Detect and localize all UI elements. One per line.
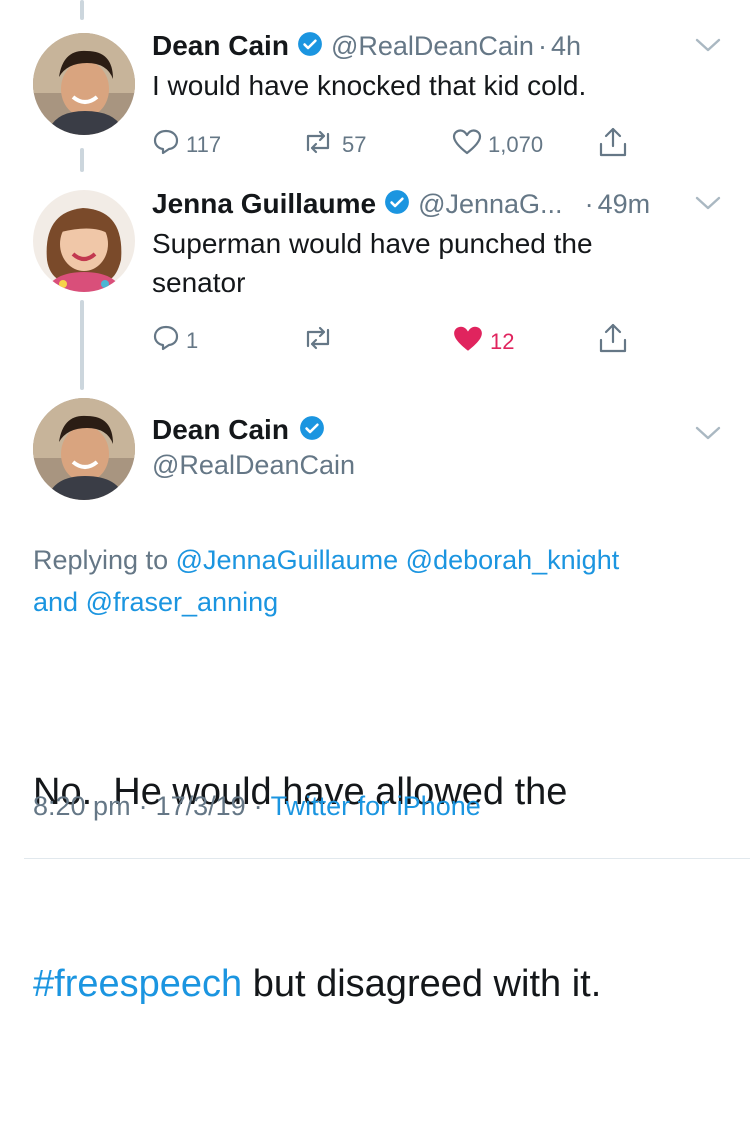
footer-divider [24,858,750,859]
retweet-icon [300,324,336,358]
tweet-source-link[interactable]: Twitter for iPhone [271,791,481,822]
tweet-date[interactable]: 17/3/19 [156,791,246,822]
reply-count: 1 [186,328,199,353]
avatar-jenna-guillaume[interactable] [33,190,135,292]
retweet-icon [300,128,336,162]
tweet-text-line-2: senator [152,267,246,298]
tweet-meta: 8:20 pm · 17/3/19 · Twitter for iPhone [33,791,481,822]
author-name[interactable]: Dean Cain [152,30,289,62]
separator-dot: · [138,791,148,821]
thread-line-mid [80,148,84,172]
share-icon [598,126,628,164]
verified-icon [297,31,323,62]
heart-icon [452,128,482,162]
heart-icon [452,324,484,360]
thread-line-lower [80,300,84,390]
chevron-down-icon[interactable] [694,194,722,217]
tweet-text: I would have knocked that kid cold. [152,70,587,101]
retweet-button[interactable] [300,324,336,358]
avatar-dean-cain[interactable] [33,398,135,500]
like-button[interactable]: 12 [452,324,514,360]
share-button[interactable] [598,322,628,360]
author-handle[interactable]: @RealDeanCain [331,31,534,62]
reply-button[interactable]: 117 [152,128,221,162]
reply-icon [152,128,180,162]
hashtag-link[interactable]: #freespeech [33,963,242,1005]
author-handle[interactable]: @JennaG... [418,189,562,220]
reply-count: 117 [186,132,222,157]
tweet-time[interactable]: 8:20 pm [33,791,131,822]
separator-dot: · [253,791,263,821]
reply-user-link[interactable]: @fraser_anning [86,587,279,617]
verified-icon [299,415,325,446]
tweet-time[interactable]: 49m [598,189,651,220]
replying-to: Replying to @JennaGuillaume @deborah_kni… [33,539,723,623]
separator-dot: · [537,30,547,61]
retweet-count: 57 [342,132,367,157]
main-text-line-2: but disagreed with it. [252,963,602,1005]
main-tweet-text: No. He would have allowed the #freespeec… [33,632,601,1144]
chevron-down-icon[interactable] [694,36,722,59]
like-count: 12 [490,329,515,354]
author-handle[interactable]: @RealDeanCain [152,450,355,481]
verified-icon [384,189,410,220]
author-name[interactable]: Dean Cain [152,414,289,446]
reply-button[interactable]: 1 [152,324,198,358]
share-button[interactable] [598,126,628,164]
like-count: 1,070 [488,132,544,157]
separator-dot: · [584,188,594,219]
reply-user-link[interactable]: @JennaGuillaume [176,545,399,575]
share-icon [598,322,628,360]
reply-icon [152,324,180,358]
like-button[interactable]: 1,070 [452,128,543,162]
avatar-dean-cain[interactable] [33,33,135,135]
chevron-down-icon[interactable] [694,424,722,447]
tweet-text-line-1: Superman would have punched the [152,228,593,259]
thread-line-top [80,0,84,20]
tweet-time[interactable]: 4h [551,31,581,62]
author-name[interactable]: Jenna Guillaume [152,188,376,220]
replying-prefix: Replying to [33,545,169,575]
reply-and: and [33,587,79,617]
reply-user-link[interactable]: @deborah_knight [406,545,620,575]
retweet-button[interactable]: 57 [300,128,366,162]
